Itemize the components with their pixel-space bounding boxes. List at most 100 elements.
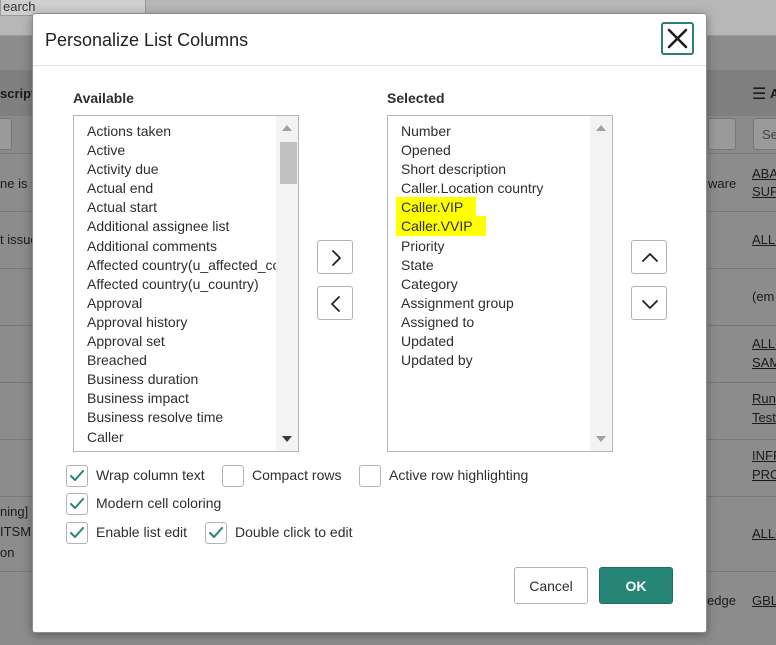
selected-column-item[interactable]: Caller.Location country [401,179,612,198]
selected-column-item[interactable]: Caller.VIP [396,197,612,218]
background-header-col: A [770,86,776,101]
selected-label: Selected [387,90,445,106]
available-label: Available [73,90,134,106]
selected-column-item-label: Updated [401,333,454,350]
available-column-item-label: Affected country(u_country) [87,275,259,292]
chevron-down-icon [642,300,658,309]
available-column-item[interactable]: Additional comments [87,237,298,256]
selected-column-item-label: Caller.Location country [401,180,544,197]
double-click-to-edit-checkbox[interactable] [205,522,227,544]
dialog-title: Personalize List Columns [45,30,249,50]
selected-column-item[interactable]: Opened [401,141,612,160]
available-scrollbar[interactable] [276,116,298,451]
available-column-item-label: Breached [87,352,147,369]
modern-cell-coloring-label: Modern cell coloring [96,495,222,511]
selected-column-item[interactable]: Updated by [401,351,612,370]
active-row-highlighting-label: Active row highlighting [389,467,529,483]
selected-column-item-label: Category [401,275,458,292]
available-column-item-label: Approval history [87,313,188,330]
scroll-thumb[interactable] [280,142,297,184]
selected-column-item-label: Opened [401,142,451,159]
selected-column-item-label: Priority [401,237,445,254]
available-column-item[interactable]: Approval history [87,313,298,332]
selected-column-item-label: Caller.VIP [396,197,477,218]
available-column-item-label: Activity due [87,161,159,178]
available-column-item-label: Business resolve time [87,409,224,426]
available-column-item[interactable]: Actions taken [87,122,298,141]
available-column-item-label: Actual start [87,199,158,216]
available-column-item-label: Actual end [87,180,154,197]
move-up-button[interactable] [631,240,667,274]
available-column-item[interactable]: Business duration [87,370,298,389]
selected-column-item-label: State [401,256,434,273]
available-column-item-label: Actions taken [87,123,172,139]
cancel-button[interactable]: Cancel [514,567,588,604]
compact-rows-checkbox[interactable] [222,465,244,487]
available-column-item[interactable]: Business resolve time [87,408,298,427]
available-column-item[interactable]: Affected country(u_country) [87,275,298,294]
compact-rows-label: Compact rows [252,467,342,483]
chevron-right-icon [332,250,341,266]
selected-column-item[interactable]: Caller.VVIP [396,216,612,237]
checkmark-icon [70,470,84,481]
available-column-item-label: Approval set [87,333,165,350]
dialog-header: Personalize List Columns [33,14,706,66]
selected-scrollbar[interactable] [590,116,612,451]
available-column-item[interactable]: Caller [87,428,298,447]
selected-column-item-label: Caller.VVIP [396,216,486,237]
available-column-item[interactable]: Active [87,141,298,160]
selected-column-item[interactable]: State [401,256,612,275]
scroll-down-icon[interactable] [282,436,292,442]
selected-column-item[interactable]: Category [401,275,612,294]
modern-cell-coloring-checkbox[interactable] [66,493,88,515]
available-column-item[interactable]: Affected country(u_affected_co [87,256,298,275]
selected-column-item[interactable]: Assigned to [401,313,612,332]
available-column-item[interactable]: Breached [87,351,298,370]
selected-column-item[interactable]: Assignment group [401,294,612,313]
scroll-up-icon[interactable] [282,125,292,131]
selected-column-item-label: Updated by [401,352,473,369]
wrap-column-text-label: Wrap column text [96,467,205,483]
available-column-item-label: Additional comments [87,237,217,254]
selected-column-item[interactable]: Short description [401,160,612,179]
enable-list-edit-checkbox[interactable] [66,522,88,544]
selected-column-item[interactable]: Number [401,122,612,141]
selected-items: Number Opened Short description Caller.Loca… [388,116,612,370]
add-column-button[interactable] [317,240,353,274]
available-column-item[interactable]: Approval [87,294,298,313]
selected-column-item-label: Assignment group [401,294,514,311]
double-click-to-edit-label: Double click to edit [235,524,353,540]
scroll-down-icon[interactable] [596,436,606,442]
ok-button[interactable]: OK [599,567,673,604]
scroll-up-icon[interactable] [596,125,606,131]
selected-column-item[interactable]: Updated [401,332,612,351]
move-down-button[interactable] [631,286,667,320]
selected-column-item[interactable]: Priority [401,237,612,256]
checkmark-icon [70,498,84,509]
wrap-column-text-checkbox[interactable] [66,465,88,487]
checkmark-icon [70,527,84,538]
selected-column-item-label: Number [401,123,451,139]
available-column-item[interactable]: Business impact [87,389,298,408]
selected-columns-list[interactable]: Number Opened Short description Caller.Loca… [387,115,613,452]
available-column-item-label: Approval [87,294,143,311]
selected-column-item-label: Assigned to [401,313,475,330]
available-column-item[interactable]: Additional assignee list [87,217,298,236]
enable-list-edit-label: Enable list edit [96,524,188,540]
available-column-item-label: Caller [87,428,124,445]
available-column-item[interactable]: Approval set [87,332,298,351]
selected-column-item-label: Short description [401,161,507,178]
available-columns-list[interactable]: Actions taken Active Activity due Actual en… [73,115,299,452]
chevron-up-icon [642,253,658,262]
background-filter-input [0,118,12,150]
active-row-highlighting-checkbox[interactable] [359,465,381,487]
available-column-item[interactable]: Actual start [87,198,298,217]
available-column-item[interactable]: Activity due [87,160,298,179]
close-icon [667,28,688,49]
close-button[interactable] [661,22,694,55]
available-items: Actions taken Active Activity due Actual en… [74,116,298,447]
remove-column-button[interactable] [317,286,353,320]
chevron-left-icon [331,296,340,312]
available-column-item-label: Affected country(u_affected_co [87,256,281,273]
available-column-item[interactable]: Actual end [87,179,298,198]
